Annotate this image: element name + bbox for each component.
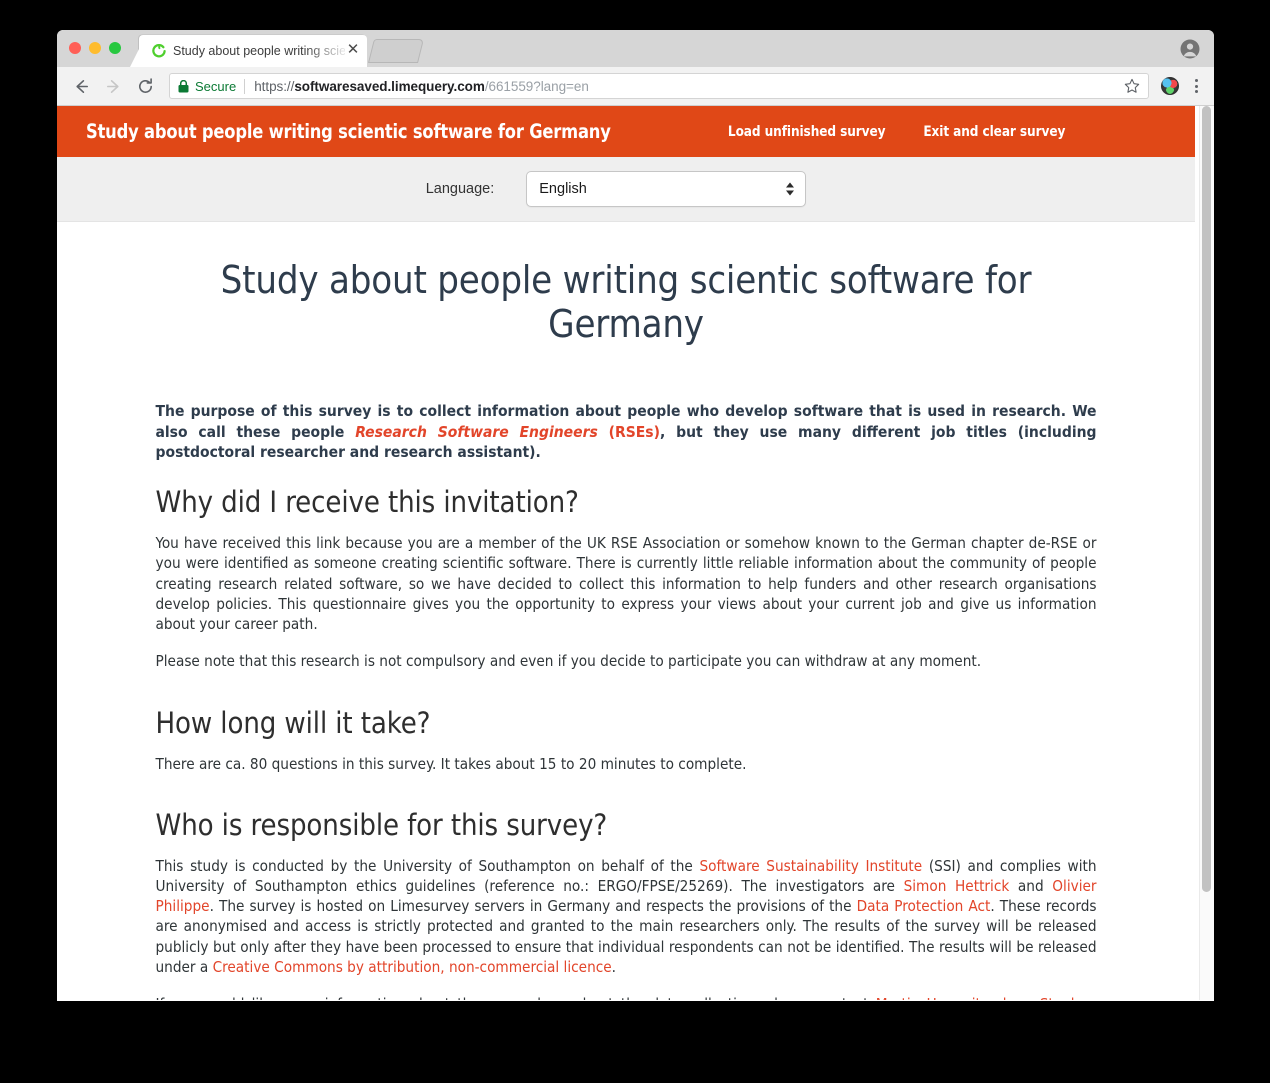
page-title: Study about people writing scientic soft…	[220, 258, 1032, 347]
martin-hammitzsch-link[interactable]: Martin Hammitzsch	[876, 995, 1012, 1000]
profile-avatar-icon[interactable]	[1180, 39, 1200, 59]
page-viewport: Study about people writing scientic soft…	[57, 106, 1214, 1000]
back-arrow-icon[interactable]	[67, 72, 95, 100]
page-scrollbar-thumb[interactable]	[1202, 106, 1211, 892]
rses-link[interactable]: (RSEs)	[598, 423, 660, 441]
duration-paragraph: There are ca. 80 questions in this surve…	[155, 754, 747, 773]
responsible-text-3: and	[1009, 876, 1053, 895]
minimize-window-button[interactable]	[89, 42, 101, 54]
forward-arrow-icon	[99, 72, 127, 100]
exit-and-clear-survey-link[interactable]: Exit and clear survey	[923, 124, 1065, 140]
survey-navbar-brand: Study about people writing scientic soft…	[86, 120, 611, 143]
url-scheme: https://	[254, 78, 295, 94]
language-select[interactable]: English	[526, 171, 807, 207]
contact-text-2: or	[1011, 995, 1039, 1000]
responsible-paragraph: This study is conducted by the Universit…	[156, 856, 1097, 977]
section-heading-invitation: Why did I receive this invitation?	[155, 485, 579, 520]
secure-label: Secure	[195, 78, 237, 94]
creative-commons-licence-link[interactable]: Creative Commons by attribution, non-com…	[213, 958, 612, 976]
url-text: https://softwaresaved.limequery.com/6615…	[254, 79, 589, 94]
kebab-menu-icon[interactable]	[1188, 79, 1204, 93]
limesurvey-logo-icon	[150, 43, 166, 59]
survey-page: Study about people writing scientic soft…	[57, 106, 1195, 1000]
close-tab-icon[interactable]: ✕	[345, 42, 361, 59]
section-heading-duration: How long will it take?	[155, 705, 431, 740]
survey-lead-paragraph: The purpose of this survey is to collect…	[156, 401, 1097, 463]
invitation-paragraph-1: You have received this link because you …	[155, 534, 1097, 634]
contact-paragraph: If you would like more information about…	[156, 994, 1097, 1000]
tab-strip: Study about people writing scie ✕	[57, 30, 1214, 67]
simon-hettrick-link[interactable]: Simon Hettrick	[904, 877, 1010, 895]
browser-tab-inactive[interactable]	[368, 39, 424, 63]
browser-toolbar: Secure https://softwaresaved.limequery.c…	[57, 67, 1214, 106]
browser-tab-active[interactable]: Study about people writing scie ✕	[139, 35, 367, 67]
omnibox-divider	[244, 78, 246, 94]
responsible-text-1: This study is conducted by the Universit…	[155, 856, 700, 875]
bookmark-star-icon[interactable]	[1116, 78, 1140, 94]
survey-navbar: Study about people writing scientic soft…	[57, 106, 1195, 157]
address-bar[interactable]: Secure https://softwaresaved.limequery.c…	[169, 73, 1149, 99]
language-bar: Language: English	[57, 157, 1195, 222]
section-heading-responsible: Who is responsible for this survey?	[155, 807, 608, 842]
page-scrollbar[interactable]	[1199, 106, 1214, 1000]
reload-icon[interactable]	[131, 72, 159, 100]
ssi-link[interactable]: Software Sustainability Institute	[699, 857, 922, 875]
contact-text-1: If you would like more information about…	[156, 995, 876, 1000]
responsible-text-4: . The survey is hosted on Limesurvey ser…	[209, 897, 857, 916]
maximize-window-button[interactable]	[109, 42, 121, 54]
language-label: Language:	[425, 181, 495, 197]
data-protection-act-link[interactable]: Data Protection Act	[857, 897, 991, 915]
window-controls	[69, 42, 121, 54]
research-software-engineers-link[interactable]: Research Software Engineers	[355, 423, 598, 441]
chevron-updown-icon	[786, 182, 795, 196]
close-window-button[interactable]	[69, 42, 81, 54]
url-host: softwaresaved.limequery.com	[294, 78, 485, 94]
url-path: /661559?lang=en	[484, 78, 589, 94]
lock-icon	[178, 79, 189, 93]
extension-icon[interactable]	[1161, 77, 1179, 95]
language-select-value: English	[539, 181, 587, 197]
browser-window: Study about people writing scie ✕ Secure…	[57, 30, 1214, 1001]
survey-content: Study about people writing scientic soft…	[57, 258, 1195, 1000]
survey-navbar-links: Load unfinished survey Exit and clear su…	[722, 124, 1070, 140]
load-unfinished-survey-link[interactable]: Load unfinished survey	[728, 124, 886, 140]
browser-tab-title: Study about people writing scie	[173, 44, 345, 58]
responsible-text-6: .	[611, 957, 616, 976]
invitation-paragraph-2: Please note that this research is not co…	[155, 652, 982, 671]
